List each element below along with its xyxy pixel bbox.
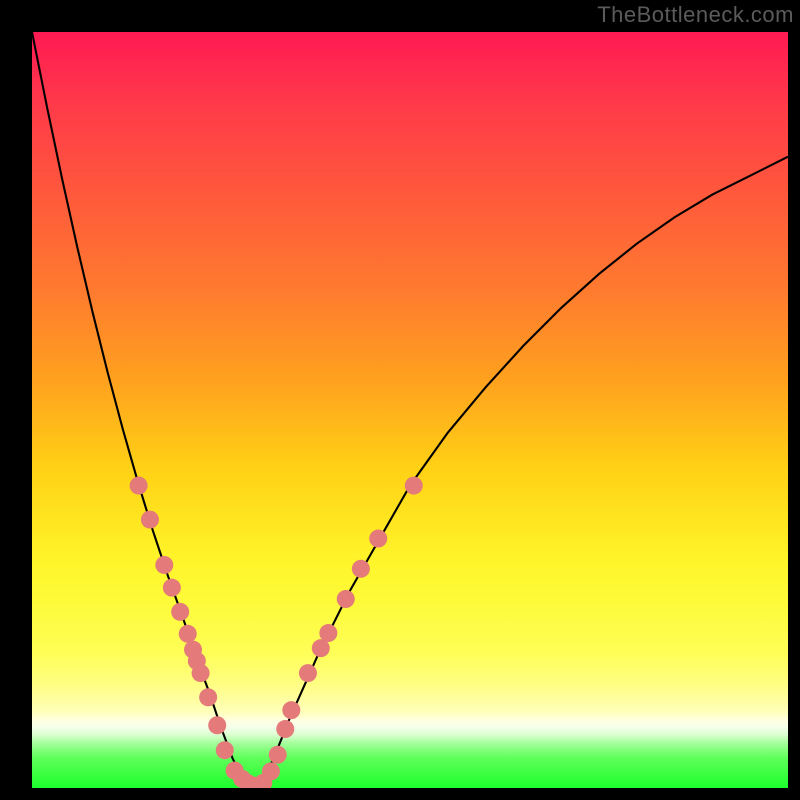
- sample-dot: [262, 762, 280, 780]
- sample-dot: [352, 560, 370, 578]
- sample-dot: [216, 741, 234, 759]
- sample-dots: [130, 477, 423, 788]
- sample-dot: [199, 688, 217, 706]
- sample-dot: [319, 624, 337, 642]
- sample-dot: [269, 746, 287, 764]
- sample-dot: [208, 716, 226, 734]
- sample-dot: [299, 664, 317, 682]
- sample-dot: [179, 625, 197, 643]
- sample-dot: [337, 590, 355, 608]
- sample-dot: [369, 530, 387, 548]
- chart-svg: [32, 32, 788, 788]
- bottleneck-curve: [32, 32, 788, 788]
- sample-dot: [405, 477, 423, 495]
- sample-dot: [282, 701, 300, 719]
- watermark-text: TheBottleneck.com: [597, 2, 794, 28]
- sample-dot: [130, 477, 148, 495]
- sample-dot: [171, 603, 189, 621]
- sample-dot: [163, 579, 181, 597]
- sample-dot: [276, 720, 294, 738]
- sample-dot: [155, 556, 173, 574]
- sample-dot: [141, 511, 159, 529]
- sample-dot: [192, 664, 210, 682]
- chart-plot-area: [32, 32, 788, 788]
